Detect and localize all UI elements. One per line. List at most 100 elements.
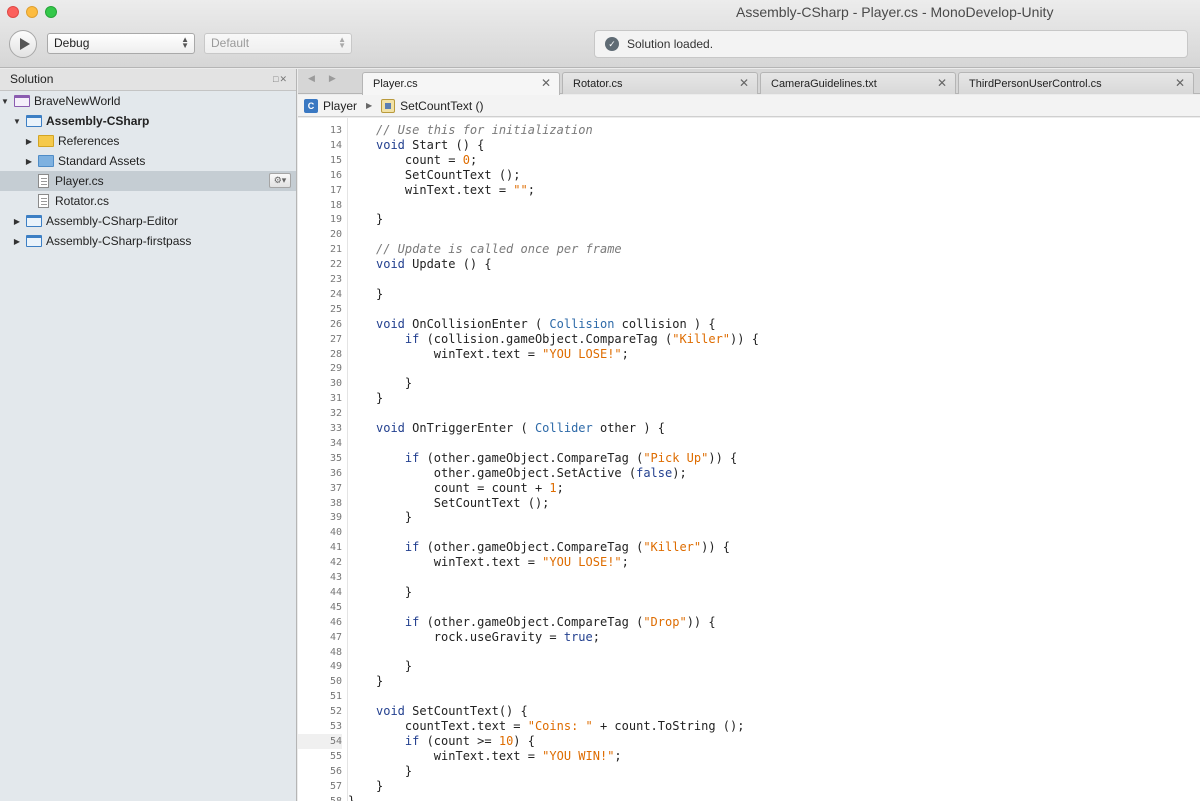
- tree-item-label: Standard Assets: [58, 154, 146, 168]
- code-line[interactable]: 53 countText.text = "Coins: " + count.To…: [298, 719, 1200, 734]
- path-class[interactable]: Player: [323, 99, 357, 113]
- code-line[interactable]: 23: [298, 272, 1200, 287]
- code-line[interactable]: 27 if (collision.gameObject.CompareTag (…: [298, 332, 1200, 347]
- tab-rotator-cs[interactable]: Rotator.cs ✕: [562, 72, 758, 94]
- tree-item[interactable]: ▼ BraveNewWorld: [0, 91, 296, 111]
- code-line[interactable]: 41 if (other.gameObject.CompareTag ("Kil…: [298, 540, 1200, 555]
- nav-forward-icon[interactable]: ▶: [329, 73, 350, 83]
- code-line[interactable]: 34: [298, 436, 1200, 451]
- code-line[interactable]: 42 winText.text = "YOU LOSE!";: [298, 555, 1200, 570]
- code-line[interactable]: 38 SetCountText ();: [298, 496, 1200, 511]
- code-line[interactable]: 15 count = 0;: [298, 153, 1200, 168]
- run-button[interactable]: [9, 30, 37, 58]
- close-tab-icon[interactable]: ✕: [739, 76, 749, 90]
- line-number: 18: [329, 199, 342, 211]
- code-line[interactable]: 17 winText.text = "";: [298, 183, 1200, 198]
- line-number: 31: [329, 393, 342, 405]
- folder-icon: [38, 155, 54, 167]
- code-line[interactable]: 35 if (other.gameObject.CompareTag ("Pic…: [298, 451, 1200, 466]
- code-line[interactable]: 45: [298, 600, 1200, 615]
- code-line[interactable]: 33 void OnTriggerEnter ( Collider other )…: [298, 421, 1200, 436]
- code-line[interactable]: 16 SetCountText ();: [298, 168, 1200, 183]
- code-text: other.gameObject.SetActive (false);: [376, 465, 687, 480]
- code-text: if (collision.gameObject.CompareTag ("Ki…: [404, 331, 759, 346]
- code-line[interactable]: 44 }: [298, 585, 1200, 600]
- code-line[interactable]: 28 winText.text = "YOU LOSE!";: [298, 347, 1200, 362]
- code-line[interactable]: 19}: [298, 212, 1200, 227]
- code-line[interactable]: 32: [298, 406, 1200, 421]
- tree-item[interactable]: ▶ Assembly-CSharp-Editor: [0, 211, 296, 231]
- code-line[interactable]: 54 if (count >= 10) {: [298, 733, 1200, 749]
- code-editor[interactable]: 13 // Use this for initialization 14 void S…: [298, 118, 1200, 801]
- path-member[interactable]: SetCountText (): [400, 99, 483, 113]
- tab-cameraguidelines-txt[interactable]: CameraGuidelines.txt ✕: [760, 72, 956, 94]
- code-line[interactable]: 24}: [298, 287, 1200, 302]
- code-text: }: [376, 763, 413, 778]
- expanded-disclosure-icon[interactable]: ▼: [0, 97, 10, 106]
- tree-item[interactable]: Rotator.cs: [0, 191, 296, 211]
- code-line[interactable]: 56 }: [298, 764, 1200, 779]
- close-tab-icon[interactable]: ✕: [541, 76, 551, 90]
- collapsed-disclosure-icon[interactable]: ▶: [24, 137, 34, 146]
- code-line[interactable]: 49 }: [298, 659, 1200, 674]
- gear-icon[interactable]: ⚙▾: [269, 173, 291, 188]
- code-line[interactable]: 40: [298, 525, 1200, 540]
- code-text: countText.text = "Coins: " + count.ToStr…: [376, 719, 745, 733]
- platform-select[interactable]: Default ▲ ▼: [204, 33, 352, 54]
- code-text: void Start () {: [376, 137, 485, 152]
- collapsed-disclosure-icon[interactable]: ▶: [12, 237, 22, 246]
- code-line[interactable]: 25: [298, 302, 1200, 317]
- solution-icon: [14, 95, 30, 107]
- tree-item[interactable]: ▶ Assembly-CSharp-firstpass: [0, 231, 296, 251]
- tab-label: Player.cs: [373, 78, 418, 90]
- tree-item[interactable]: ▼ Assembly-CSharp: [0, 111, 296, 131]
- code-text: // Update is called once per frame: [376, 242, 622, 257]
- code-line[interactable]: 21 // Update is called once per frame: [298, 242, 1200, 257]
- code-line[interactable]: 58}: [298, 794, 1200, 801]
- code-line[interactable]: 20: [298, 227, 1200, 242]
- code-line[interactable]: 48: [298, 645, 1200, 660]
- code-line[interactable]: 55 winText.text = "YOU WIN!";: [298, 749, 1200, 764]
- code-line[interactable]: 13 // Use this for initialization: [298, 123, 1200, 138]
- nav-back-icon[interactable]: ◀: [308, 73, 329, 83]
- expanded-disclosure-icon[interactable]: ▼: [12, 117, 22, 126]
- close-tab-icon[interactable]: ✕: [937, 76, 947, 90]
- code-line[interactable]: 36 other.gameObject.SetActive (false);: [298, 466, 1200, 481]
- code-line[interactable]: 26 void OnCollisionEnter ( Collision coll…: [298, 317, 1200, 332]
- code-line[interactable]: 51: [298, 689, 1200, 704]
- code-line[interactable]: 37 count = count + 1;: [298, 481, 1200, 496]
- tree-item-label: Rotator.cs: [55, 194, 110, 208]
- code-line[interactable]: 18: [298, 198, 1200, 213]
- tab-player-cs[interactable]: Player.cs ✕: [362, 72, 560, 95]
- code-line[interactable]: 52 void SetCountText() {: [298, 704, 1200, 719]
- code-line[interactable]: 47 rock.useGravity = true;: [298, 630, 1200, 645]
- code-line[interactable]: 14 void Start () {: [298, 138, 1200, 153]
- close-tab-icon[interactable]: ✕: [1175, 76, 1185, 90]
- code-line[interactable]: 31}: [298, 391, 1200, 406]
- close-pad-icon[interactable]: ✕: [279, 74, 288, 84]
- maximize-window-button[interactable]: [45, 6, 57, 18]
- tree-item[interactable]: ▶ Standard Assets: [0, 151, 296, 171]
- tab-nav-arrows: ◀▶: [308, 73, 350, 84]
- close-window-button[interactable]: [7, 6, 19, 18]
- tree-item[interactable]: ▶ References: [0, 131, 296, 151]
- code-line[interactable]: 30 }: [298, 376, 1200, 391]
- code-line[interactable]: 22 void Update () {: [298, 257, 1200, 272]
- configuration-select[interactable]: Debug ▲ ▼: [47, 33, 195, 54]
- code-line[interactable]: 57}: [298, 779, 1200, 794]
- code-line[interactable]: 29: [298, 361, 1200, 376]
- tab-thirdpersonusercontrol-cs[interactable]: ThirdPersonUserControl.cs ✕: [958, 72, 1194, 94]
- code-line[interactable]: 50}: [298, 674, 1200, 689]
- tree-item[interactable]: Player.cs ⚙▾: [0, 171, 296, 191]
- code-line[interactable]: 46 if (other.gameObject.CompareTag ("Dro…: [298, 615, 1200, 630]
- project-icon: [26, 235, 42, 247]
- code-line[interactable]: 39 }: [298, 510, 1200, 525]
- collapsed-disclosure-icon[interactable]: ▶: [12, 217, 22, 226]
- code-text: if (other.gameObject.CompareTag ("Drop")…: [404, 614, 716, 629]
- line-number: 40: [329, 527, 342, 539]
- vertical-scrollbar[interactable]: [1188, 118, 1200, 801]
- file-icon: [38, 194, 49, 208]
- code-line[interactable]: 43: [298, 570, 1200, 585]
- collapsed-disclosure-icon[interactable]: ▶: [24, 157, 34, 166]
- minimize-window-button[interactable]: [26, 6, 38, 18]
